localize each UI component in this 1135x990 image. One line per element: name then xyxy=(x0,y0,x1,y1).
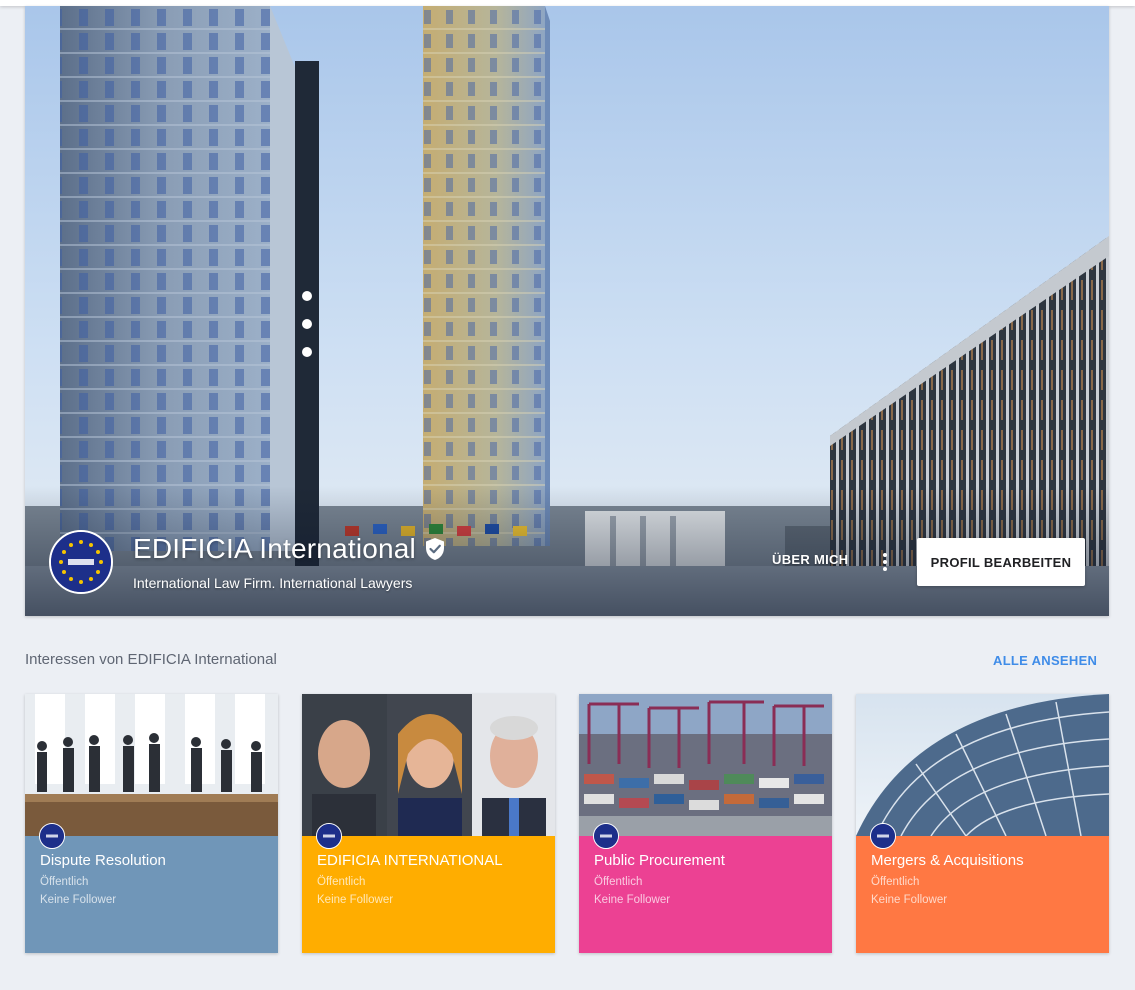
profile-tagline: International Law Firm. International La… xyxy=(133,575,413,591)
card-group-avatar xyxy=(870,823,896,849)
profile-name: EDIFICIA International xyxy=(133,533,416,564)
card-group-avatar xyxy=(39,823,65,849)
card-title: Dispute Resolution xyxy=(40,852,166,869)
card-followers: Keine Follower xyxy=(40,894,117,906)
more-vertical-icon[interactable] xyxy=(875,550,895,574)
card-visibility: Öffentlich xyxy=(871,876,920,888)
card-followers: Keine Follower xyxy=(871,894,948,906)
card-visibility: Öffentlich xyxy=(317,876,366,888)
card-cover-image xyxy=(579,694,832,836)
card-group-avatar xyxy=(593,823,619,849)
see-all-link[interactable]: ALLE ANSEHEN xyxy=(993,653,1097,668)
profile-name-row: EDIFICIA International xyxy=(133,532,446,566)
about-me-button[interactable]: ÜBER MICH xyxy=(772,552,848,572)
card-followers: Keine Follower xyxy=(317,894,394,906)
card-group-avatar xyxy=(316,823,342,849)
interest-card-mergers-acquisitions[interactable]: Mergers & Acquisitions Öffentlich Keine … xyxy=(856,694,1109,953)
interests-section-title: Interessen von EDIFICIA International xyxy=(25,651,277,668)
card-cover-image xyxy=(856,694,1109,836)
card-title: Mergers & Acquisitions xyxy=(871,852,1024,869)
card-followers: Keine Follower xyxy=(594,894,671,906)
card-title: Public Procurement xyxy=(594,852,725,869)
profile-cover: EDIFICIA International International Law… xyxy=(25,6,1109,616)
interest-card-edificia-international[interactable]: EDIFICIA INTERNATIONAL Öffentlich Keine … xyxy=(302,694,555,953)
verified-shield-icon xyxy=(425,538,444,560)
card-visibility: Öffentlich xyxy=(40,876,89,888)
card-cover-image xyxy=(302,694,555,836)
interest-card-public-procurement[interactable]: Public Procurement Öffentlich Keine Foll… xyxy=(579,694,832,953)
profile-avatar[interactable] xyxy=(49,530,113,594)
edit-profile-button[interactable]: PROFIL BEARBEITEN xyxy=(917,538,1085,586)
card-cover-image xyxy=(25,694,278,836)
card-title: EDIFICIA INTERNATIONAL xyxy=(317,852,503,869)
interest-card-dispute-resolution[interactable]: Dispute Resolution Öffentlich Keine Foll… xyxy=(25,694,278,953)
card-visibility: Öffentlich xyxy=(594,876,643,888)
